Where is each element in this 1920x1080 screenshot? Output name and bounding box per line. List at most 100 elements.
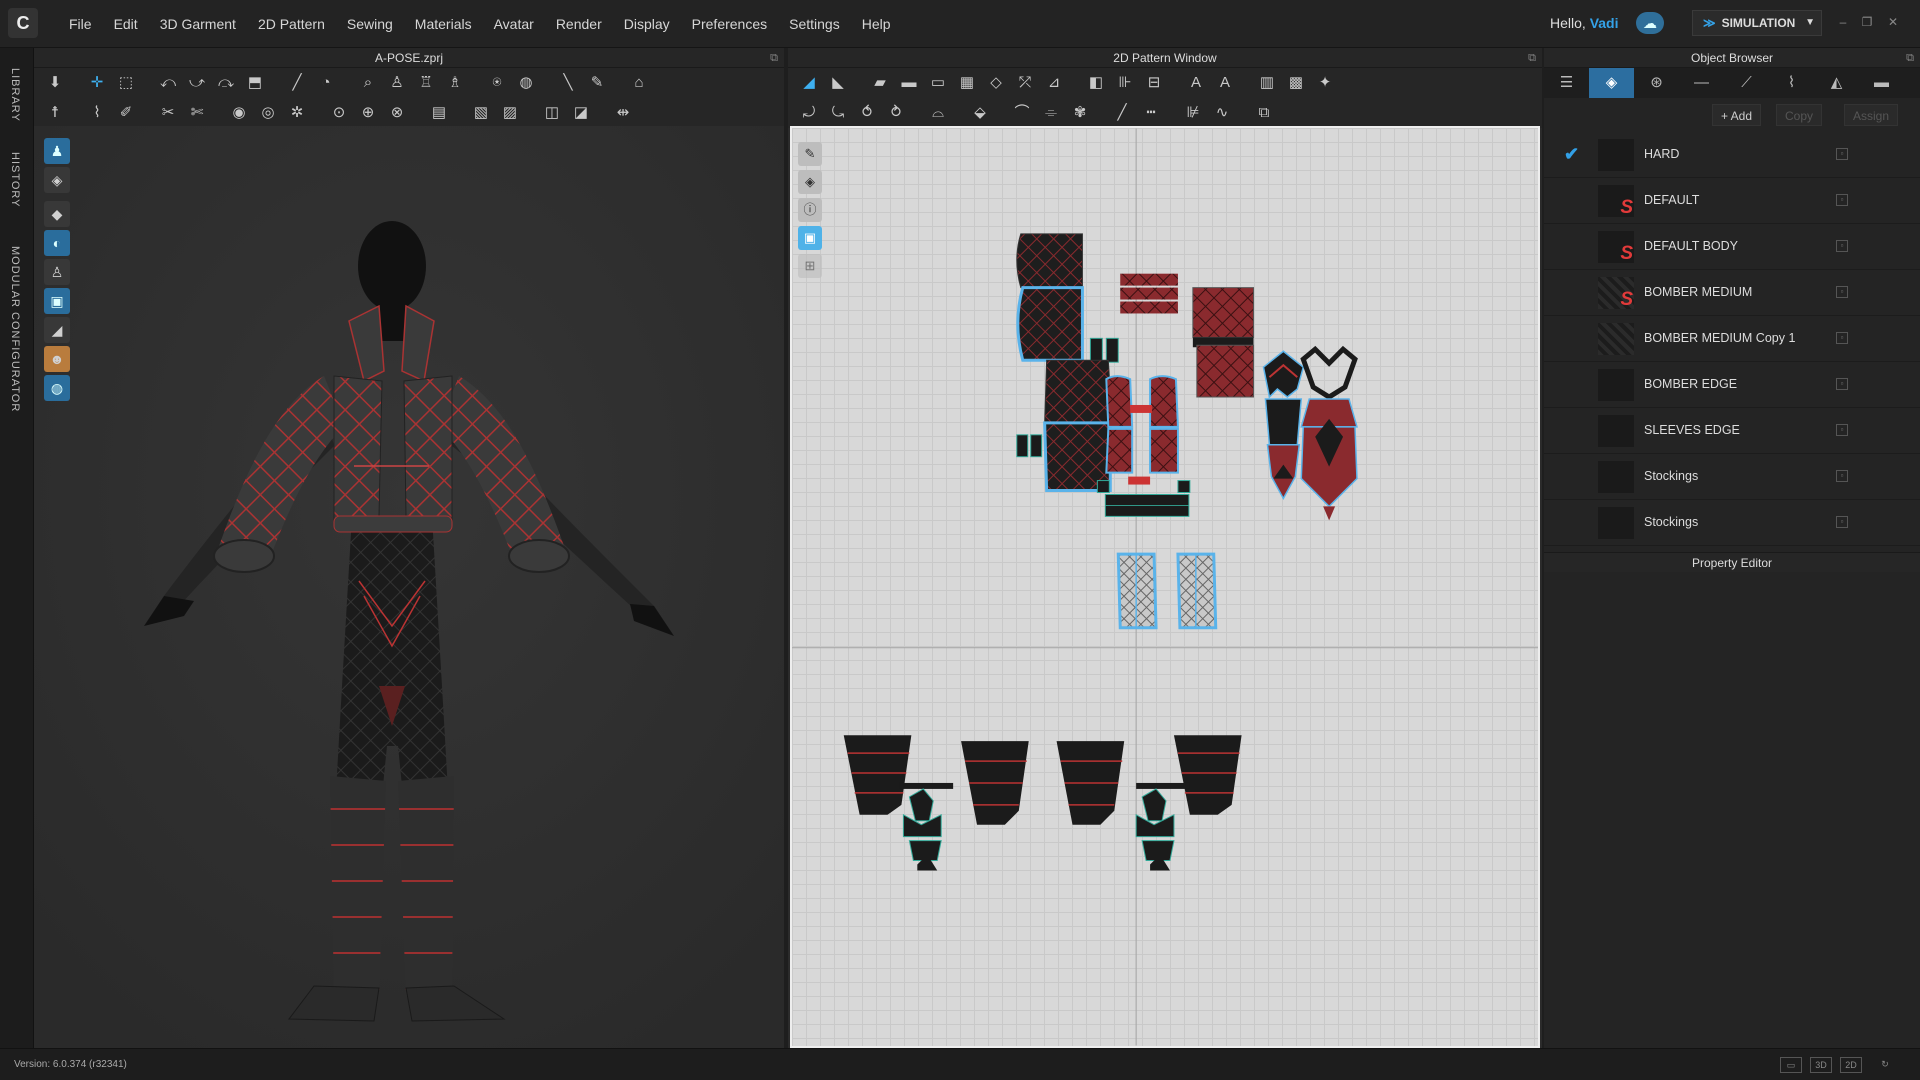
ruler-icon[interactable]: ⊪ bbox=[1112, 71, 1138, 95]
fabric-options-icon[interactable]: ▫ bbox=[1836, 286, 1848, 298]
menu-preferences[interactable]: Preferences bbox=[681, 0, 778, 48]
menu-render[interactable]: Render bbox=[545, 0, 613, 48]
edit-pin-icon[interactable]: ╱ bbox=[284, 71, 310, 95]
topstitch-2d-icon[interactable]: ⌒ bbox=[1009, 101, 1035, 125]
wave-icon[interactable]: ∿ bbox=[1209, 101, 1235, 125]
fabric-options-icon[interactable]: ▫ bbox=[1836, 470, 1848, 482]
texture-icon[interactable]: ▧ bbox=[468, 101, 494, 125]
mesh-view-icon[interactable]: ◢ bbox=[44, 317, 70, 343]
free-sewing-icon[interactable]: ⤿ bbox=[825, 101, 851, 125]
stocking-patterns[interactable] bbox=[1116, 552, 1218, 630]
info-icon[interactable]: ⓘ bbox=[798, 198, 822, 222]
fabric-options-icon[interactable]: ▫ bbox=[1836, 332, 1848, 344]
menu-help[interactable]: Help bbox=[851, 0, 902, 48]
fabric-row[interactable]: BOMBER MEDIUM ▫ bbox=[1544, 270, 1920, 316]
menu-display[interactable]: Display bbox=[613, 0, 681, 48]
grading-icon[interactable]: ⊟ bbox=[1141, 71, 1167, 95]
grid-icon[interactable]: ▥ bbox=[1254, 71, 1280, 95]
bomber-jacket-patterns[interactable] bbox=[1016, 233, 1255, 517]
fabric-options-icon[interactable]: ▫ bbox=[1836, 378, 1848, 390]
lock-icon[interactable]: ⊞ bbox=[798, 254, 822, 278]
clo-logo-icon[interactable]: C bbox=[8, 8, 38, 38]
tack-icon[interactable]: ⤺ bbox=[155, 71, 181, 95]
garment-display-icon[interactable]: ◆ bbox=[44, 201, 70, 227]
boot-patterns[interactable] bbox=[843, 735, 1242, 871]
seam-taping-icon[interactable]: ⌓ bbox=[925, 101, 951, 125]
menu-sewing[interactable]: Sewing bbox=[336, 0, 404, 48]
fabric-row[interactable]: SLEEVES EDGE ▫ bbox=[1544, 408, 1920, 454]
show-garment-icon[interactable]: ◈ bbox=[44, 167, 70, 193]
tab-puckering-icon[interactable]: ⌇ bbox=[1769, 68, 1814, 98]
trace-icon[interactable]: ⤱ bbox=[1012, 71, 1038, 95]
popout-icon[interactable]: ⧉ bbox=[1528, 48, 1536, 68]
avatar-measure-icon[interactable]: ♙ bbox=[384, 71, 410, 95]
menu-settings[interactable]: Settings bbox=[778, 0, 851, 48]
tab-fabric-icon[interactable]: ◈ bbox=[1589, 68, 1634, 98]
trim-icon[interactable]: ✂ bbox=[155, 101, 181, 125]
tack-pattern-icon[interactable]: ⤼ bbox=[213, 71, 239, 95]
skin-view-icon[interactable]: ☻ bbox=[44, 346, 70, 372]
show-garment-2d-icon[interactable]: ◈ bbox=[798, 170, 822, 194]
texture-view-icon[interactable]: ▣ bbox=[44, 288, 70, 314]
fabric-2d-icon[interactable]: ⬙ bbox=[967, 101, 993, 125]
fabric-options-icon[interactable]: ▫ bbox=[1836, 424, 1848, 436]
trims-icon[interactable]: ▤ bbox=[426, 101, 452, 125]
menu-2d-pattern[interactable]: 2D Pattern bbox=[247, 0, 336, 48]
avatar-display-icon[interactable]: ◐ bbox=[44, 230, 70, 256]
edit-pattern-icon[interactable]: ◣ bbox=[825, 71, 851, 95]
avatar-pose-icon[interactable]: ☨ bbox=[42, 101, 68, 125]
m-n-sewing-icon[interactable]: ⥀ bbox=[854, 101, 880, 125]
topstitch-icon[interactable]: ✲ bbox=[284, 101, 310, 125]
pin-icon[interactable]: ✦ bbox=[1312, 71, 1338, 95]
tab-more-icon[interactable]: ▬ bbox=[1859, 68, 1904, 98]
internal-polygon-icon[interactable]: ▦ bbox=[954, 71, 980, 95]
popout-icon[interactable]: ⧉ bbox=[770, 48, 778, 68]
tab-trim-icon[interactable]: ◭ bbox=[1814, 68, 1859, 98]
cloud-icon[interactable]: ☁ bbox=[1636, 12, 1664, 34]
puckering-2d-icon[interactable]: ⌯ bbox=[1038, 101, 1064, 125]
3d-viewport[interactable] bbox=[34, 126, 784, 1048]
fabric-options-icon[interactable]: ▫ bbox=[1836, 148, 1848, 160]
brush-icon[interactable]: ✐ bbox=[113, 101, 139, 125]
fold-3d-icon[interactable]: ◔ bbox=[313, 71, 339, 95]
skive-icon[interactable]: ◪ bbox=[568, 101, 594, 125]
style-line-icon[interactable]: ⌕ bbox=[355, 71, 381, 95]
transform-pattern-icon[interactable]: ◢ bbox=[796, 71, 822, 95]
text-icon[interactable]: A bbox=[1183, 71, 1209, 95]
fold-icon[interactable]: ⊿ bbox=[1041, 71, 1067, 95]
internal-rectangle-icon[interactable]: ▭ bbox=[925, 71, 951, 95]
cut-icon[interactable]: ✄ bbox=[184, 101, 210, 125]
menu-avatar[interactable]: Avatar bbox=[483, 0, 545, 48]
tab-button-icon[interactable]: ⊛ bbox=[1634, 68, 1679, 98]
fabric-row[interactable]: Stockings ▫ bbox=[1544, 500, 1920, 546]
refresh-icon[interactable]: ↻ bbox=[1874, 1057, 1896, 1073]
avatar-silhouette-icon[interactable]: ♙ bbox=[44, 259, 70, 285]
show-avatar-icon[interactable]: ♟ bbox=[44, 138, 70, 164]
gather-icon[interactable]: ✾ bbox=[1067, 101, 1093, 125]
fabric-options-icon[interactable]: ▫ bbox=[1836, 194, 1848, 206]
garment-fit-icon[interactable]: ♖ bbox=[413, 71, 439, 95]
check-sewing-icon[interactable]: ⥁ bbox=[883, 101, 909, 125]
fabric-row[interactable]: ✔ HARD ▫ bbox=[1544, 132, 1920, 178]
menu-file[interactable]: File bbox=[58, 0, 103, 48]
fabric-row[interactable]: BOMBER EDGE ▫ bbox=[1544, 362, 1920, 408]
view-2d-icon[interactable]: 2D bbox=[1840, 1057, 1862, 1073]
close-icon[interactable]: ✕ bbox=[1884, 14, 1902, 30]
tab-modular-configurator[interactable]: MODULAR CONFIGURATOR bbox=[9, 246, 21, 412]
tab-line-icon[interactable]: — bbox=[1679, 68, 1724, 98]
fabric-row[interactable]: BOMBER MEDIUM Copy 1 ▫ bbox=[1544, 316, 1920, 362]
hanger-icon[interactable]: ⌂ bbox=[626, 71, 652, 95]
line-2d-icon[interactable]: ╱ bbox=[1109, 101, 1135, 125]
circumference-icon[interactable]: ◍ bbox=[513, 71, 539, 95]
tab-topstitch-icon[interactable]: ⟋ bbox=[1724, 68, 1769, 98]
measure-2d-icon[interactable]: ⊯ bbox=[1180, 101, 1206, 125]
view-single-icon[interactable]: ▭ bbox=[1780, 1057, 1802, 1073]
tab-library[interactable]: LIBRARY bbox=[9, 68, 21, 122]
environment-icon[interactable]: ◍ bbox=[44, 375, 70, 401]
line-measure-icon[interactable]: ╲ bbox=[555, 71, 581, 95]
popout-icon[interactable]: ⧉ bbox=[1906, 48, 1914, 68]
dart-icon[interactable]: ◇ bbox=[983, 71, 1009, 95]
transform-icon[interactable]: ⇹ bbox=[610, 101, 636, 125]
sew-tool-icon[interactable]: ⌇ bbox=[84, 101, 110, 125]
rectangle-icon[interactable]: ▬ bbox=[896, 71, 922, 95]
